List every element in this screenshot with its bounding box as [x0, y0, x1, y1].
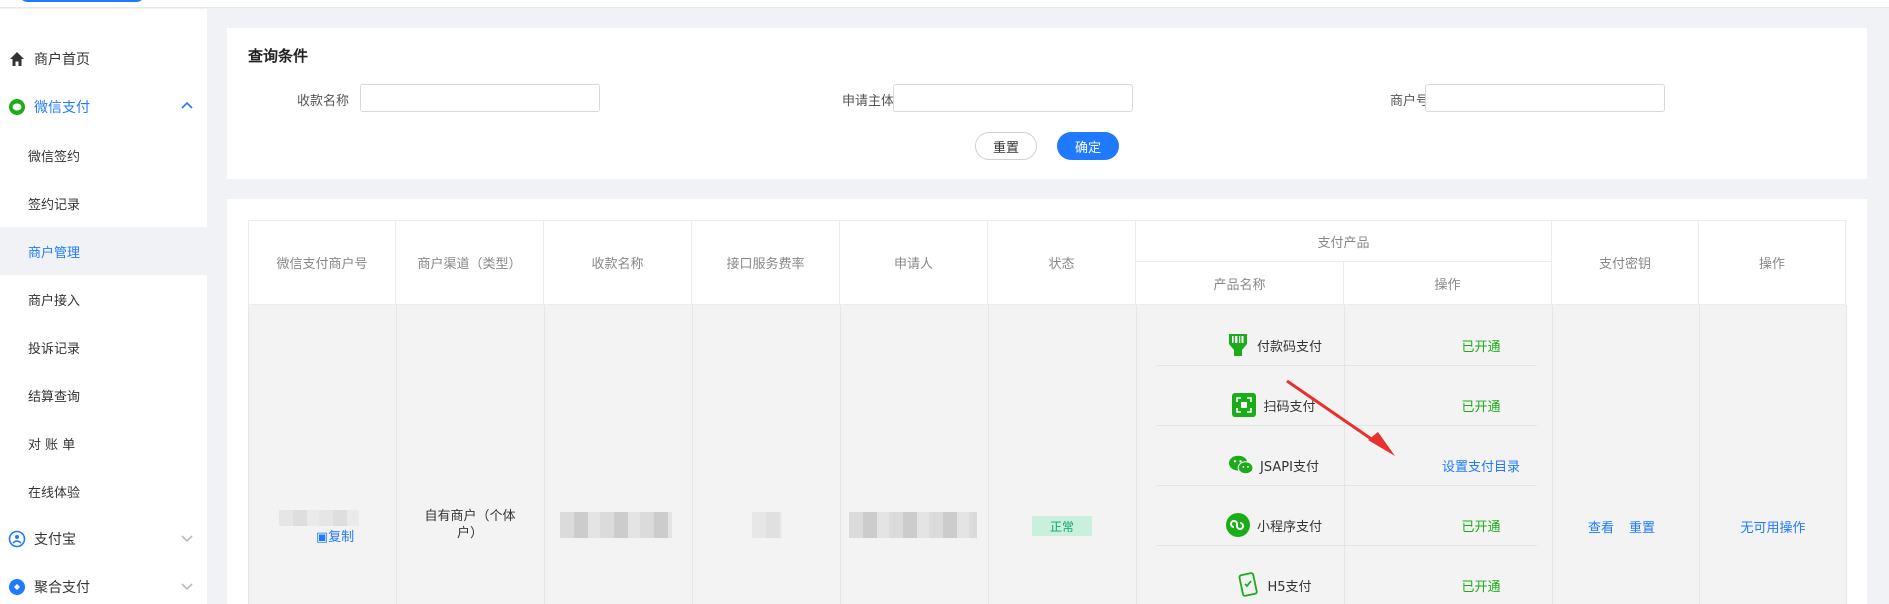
mini-program-icon — [1225, 512, 1251, 538]
header-applicant: 申请人 — [840, 220, 988, 305]
chevron-down-icon — [181, 535, 193, 543]
scan-pay-icon — [1231, 392, 1257, 418]
header-payee-name: 收款名称 — [544, 220, 692, 305]
top-bar — [0, 0, 1889, 8]
sidebar-item-statement[interactable]: 对 账 单 — [0, 419, 207, 467]
sidebar-item-online-trial[interactable]: 在线体验 — [0, 467, 207, 515]
query-title: 查询条件 — [248, 47, 309, 65]
subheader-product-name: 产品名称 — [1136, 262, 1344, 305]
copy-link[interactable]: ▣复制 — [305, 526, 365, 545]
copy-label: 复制 — [328, 530, 355, 545]
reset-button[interactable]: 重置 — [975, 132, 1037, 160]
chevron-up-icon — [181, 101, 193, 109]
barcode-pay-icon — [1225, 332, 1251, 358]
chevron-down-icon — [181, 583, 193, 591]
merchant-no-label: 商户号 — [1389, 94, 1429, 109]
wechat-icon — [1228, 452, 1254, 478]
product-h5-pay-status: 已开通 — [1461, 579, 1501, 595]
sidebar-item-label: 商户管理 — [28, 245, 81, 261]
product-mini-program-pay: 小程序支付 — [1170, 495, 1377, 555]
sidebar-item-label: 在线体验 — [28, 485, 81, 501]
product-name: H5支付 — [1267, 579, 1312, 595]
sidebar-item-complaints[interactable]: 投诉记录 — [0, 323, 207, 371]
product-h5-pay: H5支付 — [1170, 555, 1377, 604]
sidebar-group-label: 支付宝 — [34, 532, 76, 548]
sidebar: 商户首页 微信支付 微信签约 签约记录 商户管理 商户接入 投诉记录 结算查询 … — [0, 9, 207, 604]
product-barcode-pay: 付款码支付 — [1170, 315, 1377, 375]
sidebar-item-label: 结算查询 — [28, 389, 81, 405]
header-channel: 商户渠道（类型） — [396, 220, 544, 305]
header-pay-products: 支付产品 — [1136, 220, 1552, 262]
sidebar-item-label: 微信签约 — [28, 149, 81, 165]
top-tab[interactable] — [18, 0, 146, 2]
view-key-link[interactable]: 查看 — [1583, 517, 1619, 536]
sidebar-group-label: 微信支付 — [34, 100, 90, 116]
payee-name-value-blurred — [560, 512, 672, 538]
sidebar-item-label: 签约记录 — [28, 197, 81, 213]
copy-icon: ▣ — [315, 530, 329, 545]
merchant-no-input[interactable] — [1425, 84, 1665, 112]
product-name: 付款码支付 — [1256, 339, 1322, 355]
product-name: 小程序支付 — [1256, 519, 1322, 535]
applicant-entity-input[interactable] — [893, 84, 1133, 112]
sidebar-item-settlement[interactable]: 结算查询 — [0, 371, 207, 419]
applicant-value-blurred — [849, 512, 977, 538]
sidebar-item-label: 投诉记录 — [28, 341, 81, 357]
header-actions: 操作 — [1699, 220, 1846, 305]
home-icon — [8, 50, 26, 68]
sidebar-item-wechat-sign[interactable]: 微信签约 — [0, 131, 207, 179]
sidebar-item-label: 对 账 单 — [28, 437, 76, 453]
header-merchant-no: 微信支付商户号 — [248, 220, 396, 305]
wechat-pay-icon — [8, 98, 26, 116]
merchant-no-value-blurred — [279, 510, 359, 526]
header-fee-rate: 接口服务费率 — [692, 220, 840, 305]
subheader-operation: 操作 — [1344, 262, 1552, 305]
alipay-icon — [8, 530, 26, 548]
channel-value: 自有商户（个体户） — [424, 509, 516, 541]
confirm-button[interactable]: 确定 — [1057, 132, 1119, 160]
no-action-link[interactable]: 无可用操作 — [1715, 517, 1831, 536]
payee-name-label: 收款名称 — [296, 94, 349, 109]
product-mini-program-pay-status: 已开通 — [1461, 519, 1501, 535]
annotation-arrow-icon — [1286, 379, 1395, 456]
h5-pay-icon — [1235, 572, 1261, 598]
sidebar-item-merchant-management[interactable]: 商户管理 — [0, 227, 207, 275]
sidebar-group-aggregate[interactable]: 聚合支付 — [0, 563, 207, 604]
sidebar-group-alipay[interactable]: 支付宝 — [0, 515, 207, 563]
aggregate-pay-icon — [8, 578, 26, 596]
status-badge: 正常 — [1032, 516, 1092, 536]
query-panel: 查询条件 收款名称 申请主体 商户号 重置 确定 — [227, 28, 1867, 179]
reset-key-link[interactable]: 重置 — [1624, 517, 1660, 536]
sidebar-item-merchant-access[interactable]: 商户接入 — [0, 275, 207, 323]
header-pay-key: 支付密钥 — [1552, 220, 1699, 305]
sidebar-group-wechat-pay[interactable]: 微信支付 — [0, 83, 207, 131]
merchant-table: 微信支付商户号 商户渠道（类型） 收款名称 接口服务费率 申请人 状态 支付产品… — [227, 199, 1867, 604]
applicant-entity-label: 申请主体 — [841, 94, 894, 109]
fee-rate-value-blurred — [752, 512, 782, 538]
payee-name-input[interactable] — [360, 84, 600, 112]
header-status: 状态 — [988, 220, 1136, 305]
sidebar-item-sign-records[interactable]: 签约记录 — [0, 179, 207, 227]
sidebar-item-label: 商户首页 — [34, 52, 90, 68]
table-row — [248, 305, 1846, 604]
sidebar-item-home[interactable]: 商户首页 — [0, 35, 207, 83]
product-barcode-pay-status: 已开通 — [1461, 339, 1501, 355]
sidebar-group-label: 聚合支付 — [34, 580, 90, 596]
sidebar-item-label: 商户接入 — [28, 293, 81, 309]
